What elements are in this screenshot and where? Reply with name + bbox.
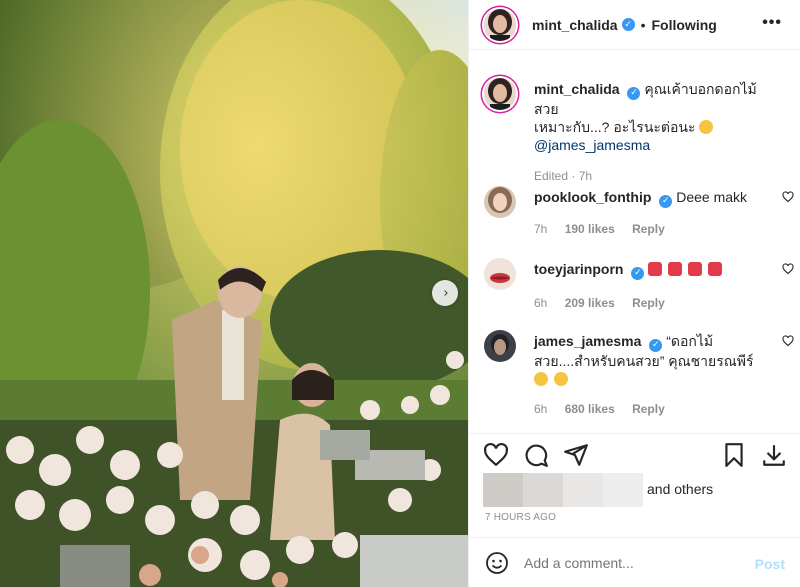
avatar-image	[484, 8, 516, 41]
verified-badge-icon: ✓	[621, 18, 635, 31]
liker-avatar-placeholder	[483, 473, 523, 507]
broken-heart-emoji-icon	[668, 262, 683, 276]
post-timestamp: 7 HOURS AGO	[485, 512, 557, 523]
comment-likes[interactable]: 680 likes	[565, 402, 615, 416]
comment-input[interactable]	[524, 555, 724, 571]
avatar-image	[484, 330, 516, 362]
laughing-emoji-icon	[553, 371, 568, 386]
reply-button[interactable]: Reply	[632, 222, 665, 236]
avatar-image	[484, 258, 516, 290]
post-side-panel: mint_chalida ✓ • Following ••• mint_chal…	[468, 0, 800, 587]
caption-meta: Edited · 7h	[534, 167, 770, 185]
commenter-avatar[interactable]	[484, 186, 516, 218]
comment-composer: Post	[469, 537, 800, 587]
and-others-link[interactable]: and others	[647, 481, 713, 497]
post-action-bar	[469, 433, 800, 473]
comment-text: Deee makk	[676, 189, 748, 205]
download-icon[interactable]	[761, 442, 787, 468]
reply-button[interactable]: Reply	[632, 296, 665, 310]
comment-time: 7h	[534, 221, 548, 236]
heart-icon[interactable]	[483, 442, 509, 468]
caption-text: mint_chalida ✓ คุณเค้าบอกดอกไม้สวย เหมาะ…	[534, 80, 770, 154]
separator-dot: •	[640, 16, 646, 33]
likes-summary: and others	[469, 473, 800, 509]
verified-badge-icon: ✓	[627, 86, 641, 100]
avatar-image	[484, 78, 516, 110]
like-comment-heart-icon[interactable]	[782, 335, 794, 347]
bookmark-icon[interactable]	[721, 442, 747, 468]
liker-avatar-placeholder	[523, 473, 563, 507]
commenter-username[interactable]: james_jamesma	[534, 333, 641, 349]
commenter-username[interactable]: toeyjarinporn	[534, 261, 623, 277]
comment-likes[interactable]: 190 likes	[565, 222, 615, 236]
like-comment-heart-icon[interactable]	[782, 191, 794, 203]
post-header: mint_chalida ✓ • Following •••	[469, 0, 800, 50]
verified-badge-icon: ✓	[659, 194, 673, 208]
verified-badge-icon: ✓	[631, 266, 645, 280]
emoji-icon[interactable]	[485, 551, 509, 575]
comment-text: “ดอกไม้	[666, 333, 714, 349]
comment-icon[interactable]	[523, 442, 549, 468]
caption-line-2: เหมาะกับ...? อะไรนะต่อนะ	[534, 118, 696, 135]
verified-badge-icon: ✓	[649, 338, 663, 352]
commenter-avatar[interactable]	[484, 330, 516, 362]
next-photo-button[interactable]: ›	[432, 280, 458, 306]
post-photo-graphic	[0, 0, 468, 587]
like-comment-heart-icon[interactable]	[782, 263, 794, 275]
share-icon[interactable]	[563, 442, 589, 468]
following-button[interactable]: Following	[652, 17, 717, 33]
author-username[interactable]: mint_chalida	[532, 17, 618, 33]
chevron-right-icon: ›	[443, 285, 449, 301]
comment-time: 6h	[534, 295, 548, 310]
commenter-avatar[interactable]	[484, 258, 516, 290]
broken-heart-emoji-icon	[707, 262, 722, 276]
laughing-emoji-icon	[534, 371, 548, 386]
comment-time: 6h	[534, 401, 548, 416]
avatar-image	[484, 186, 516, 218]
author-avatar[interactable]	[484, 8, 516, 41]
reply-button[interactable]: Reply	[632, 402, 665, 416]
post-comment-button[interactable]: Post	[755, 556, 785, 572]
comment-meta: 7h 190 likes Reply	[534, 220, 770, 238]
caption-mention-link[interactable]: @james_jamesma	[534, 137, 650, 153]
caption-username[interactable]: mint_chalida	[534, 81, 620, 97]
broken-heart-emoji-icon	[648, 262, 663, 276]
caption-avatar[interactable]	[484, 78, 516, 110]
caption-edited-time: Edited · 7h	[534, 168, 593, 183]
laughing-emoji-icon	[699, 119, 714, 134]
liker-avatar-placeholder	[563, 473, 603, 507]
more-options-icon[interactable]: •••	[762, 14, 782, 32]
comment-text-cont: สวย....สำหรับคนสวย” คุณชายรณพีร์	[534, 352, 754, 369]
comments-list: mint_chalida ✓ คุณเค้าบอกดอกไม้สวย เหมาะ…	[469, 51, 800, 433]
broken-heart-emoji-icon	[688, 262, 703, 276]
comment-meta: 6h 680 likes Reply	[534, 400, 770, 418]
commenter-username[interactable]: pooklook_fonthip	[534, 189, 651, 205]
comment-likes[interactable]: 209 likes	[565, 296, 615, 310]
comment-meta: 6h 209 likes Reply	[534, 294, 770, 312]
post-image[interactable]: ›	[0, 0, 468, 587]
liker-avatar-placeholder	[603, 473, 643, 507]
